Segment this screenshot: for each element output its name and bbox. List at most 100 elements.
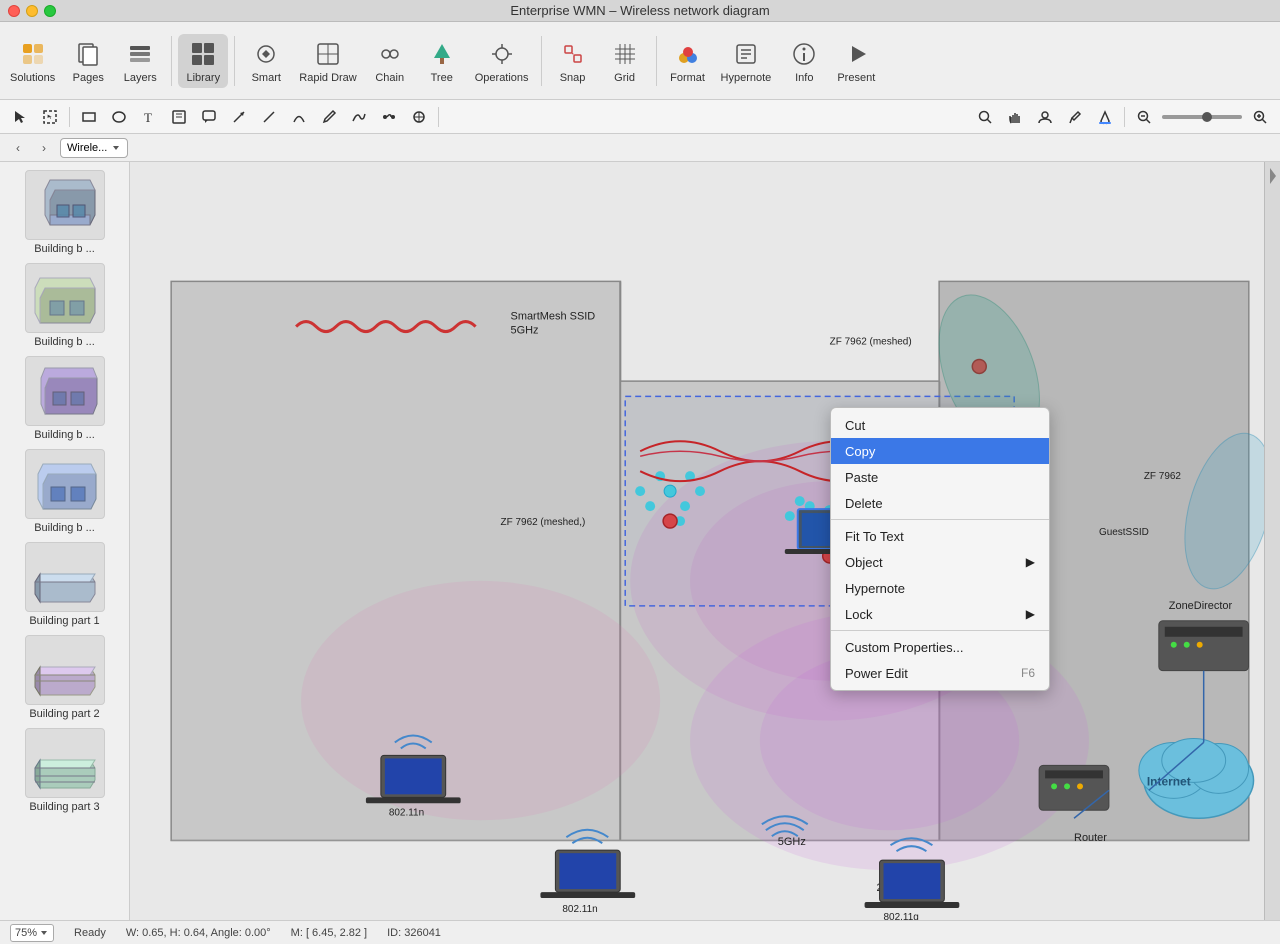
arrow-tool[interactable] bbox=[225, 103, 253, 131]
zoom-control[interactable]: 75% bbox=[10, 924, 54, 942]
scroll-indicator-right[interactable] bbox=[1264, 162, 1280, 920]
toolbar-solutions[interactable]: Solutions bbox=[4, 34, 61, 88]
pen-tool[interactable] bbox=[315, 103, 343, 131]
note-tool[interactable] bbox=[165, 103, 193, 131]
toolbar-present[interactable]: Present bbox=[831, 34, 881, 88]
svg-text:ZF 7962 (meshed,): ZF 7962 (meshed,) bbox=[501, 517, 586, 528]
ctx-sep-2 bbox=[831, 630, 1049, 631]
ctx-cut[interactable]: Cut bbox=[831, 412, 1049, 438]
main-area: Building b ... Building b ... bbox=[0, 162, 1280, 920]
chain-label: Chain bbox=[375, 72, 404, 84]
tb2-div-2 bbox=[438, 107, 439, 127]
layers-icon bbox=[124, 38, 156, 70]
ctx-power-edit[interactable]: Power Edit F6 bbox=[831, 660, 1049, 686]
fill-tool[interactable] bbox=[1091, 103, 1119, 131]
ready-status: Ready bbox=[74, 927, 106, 939]
ctx-delete-label: Delete bbox=[845, 496, 883, 511]
user-tool[interactable] bbox=[1031, 103, 1059, 131]
context-menu: Cut Copy Paste Delete Fit To Text Object… bbox=[830, 407, 1050, 691]
toolbar-operations[interactable]: Operations bbox=[469, 34, 535, 88]
chain-icon bbox=[374, 38, 406, 70]
rect-tool[interactable] bbox=[75, 103, 103, 131]
titlebar: Enterprise WMN – Wireless network diagra… bbox=[0, 0, 1280, 22]
rapid-draw-label: Rapid Draw bbox=[299, 72, 356, 84]
toolbar-chain[interactable]: Chain bbox=[365, 34, 415, 88]
toolbar-format[interactable]: Format bbox=[663, 34, 713, 88]
select-tool[interactable] bbox=[6, 103, 34, 131]
sidebar-item-1[interactable]: Building b ... bbox=[10, 263, 120, 348]
ctx-hypernote-label: Hypernote bbox=[845, 581, 905, 596]
toolbar-smart[interactable]: Smart bbox=[241, 34, 291, 88]
toolbar-grid[interactable]: Grid bbox=[600, 34, 650, 88]
tree-icon bbox=[426, 38, 458, 70]
shape-sidebar: Building b ... Building b ... bbox=[0, 162, 130, 920]
ctx-object-arrow: ▶ bbox=[1026, 555, 1035, 569]
sidebar-label-0: Building b ... bbox=[34, 243, 95, 255]
ctx-lock[interactable]: Lock ▶ bbox=[831, 601, 1049, 627]
page-selector[interactable]: Wirele... bbox=[60, 138, 128, 158]
toolbar-library[interactable]: Library bbox=[178, 34, 228, 88]
ctx-paste-label: Paste bbox=[845, 470, 878, 485]
ctx-fit-to-text[interactable]: Fit To Text bbox=[831, 523, 1049, 549]
hand-tool[interactable] bbox=[1001, 103, 1029, 131]
toolbar-hypernote[interactable]: Hypernote bbox=[715, 34, 778, 88]
ctx-cut-label: Cut bbox=[845, 418, 865, 433]
sidebar-item-5[interactable]: Building part 2 bbox=[10, 635, 120, 720]
zoom-slider[interactable] bbox=[1162, 115, 1242, 119]
line-tool[interactable] bbox=[255, 103, 283, 131]
fullscreen-button[interactable] bbox=[44, 5, 56, 17]
ctx-delete[interactable]: Delete bbox=[831, 490, 1049, 516]
toolbar-pages[interactable]: Pages bbox=[63, 34, 113, 88]
info-icon bbox=[788, 38, 820, 70]
zoom-out-btn[interactable] bbox=[1130, 103, 1158, 131]
tb2-div-3 bbox=[1124, 107, 1125, 127]
dimensions-status: W: 0.65, H: 0.64, Angle: 0.00° bbox=[126, 927, 271, 939]
sidebar-item-0[interactable]: Building b ... bbox=[10, 170, 120, 255]
connect-tool[interactable] bbox=[375, 103, 403, 131]
ctx-power-edit-shortcut: F6 bbox=[1021, 666, 1035, 680]
ctx-custom-props[interactable]: Custom Properties... bbox=[831, 634, 1049, 660]
sidebar-item-2[interactable]: Building b ... bbox=[10, 356, 120, 441]
sidebar-label-2: Building b ... bbox=[34, 429, 95, 441]
svg-text:5GHz: 5GHz bbox=[778, 836, 806, 848]
toolbar-divider-4 bbox=[656, 36, 657, 86]
svg-text:ZoneDirector: ZoneDirector bbox=[1169, 600, 1233, 612]
next-page-btn[interactable]: › bbox=[34, 138, 54, 158]
toolbar-divider-1 bbox=[171, 36, 172, 86]
sidebar-item-4[interactable]: Building part 1 bbox=[10, 542, 120, 627]
toolbar-layers[interactable]: Layers bbox=[115, 34, 165, 88]
page-nav-bar: ‹ › Wirele... bbox=[0, 134, 1280, 162]
toolbar-info[interactable]: Info bbox=[779, 34, 829, 88]
zoom-slider-thumb[interactable] bbox=[1202, 112, 1212, 122]
zoom-in-btn[interactable] bbox=[1246, 103, 1274, 131]
freehand-tool[interactable] bbox=[345, 103, 373, 131]
diagram-canvas[interactable]: SmartMesh SSID 5GHz ZF 7962 (meshed) ZF … bbox=[130, 162, 1280, 920]
sidebar-label-4: Building part 1 bbox=[29, 615, 99, 627]
sidebar-item-6[interactable]: Building part 3 bbox=[10, 728, 120, 813]
sidebar-thumb-5 bbox=[25, 635, 105, 705]
ctx-object[interactable]: Object ▶ bbox=[831, 549, 1049, 575]
eyedropper-tool[interactable] bbox=[1061, 103, 1089, 131]
operations-icon bbox=[486, 38, 518, 70]
oval-tool[interactable] bbox=[105, 103, 133, 131]
ctx-hypernote[interactable]: Hypernote bbox=[831, 575, 1049, 601]
close-button[interactable] bbox=[8, 5, 20, 17]
ctx-copy[interactable]: Copy bbox=[831, 438, 1049, 464]
select-all-tool[interactable] bbox=[36, 103, 64, 131]
shape-tool[interactable] bbox=[405, 103, 433, 131]
ctx-paste[interactable]: Paste bbox=[831, 464, 1049, 490]
sidebar-thumb-4 bbox=[25, 542, 105, 612]
minimize-button[interactable] bbox=[26, 5, 38, 17]
sidebar-item-3[interactable]: Building b ... bbox=[10, 449, 120, 534]
sidebar-label-5: Building part 2 bbox=[29, 708, 99, 720]
text-tool[interactable]: T bbox=[135, 103, 163, 131]
prev-page-btn[interactable]: ‹ bbox=[8, 138, 28, 158]
present-label: Present bbox=[837, 72, 875, 84]
toolbar-snap[interactable]: Snap bbox=[548, 34, 598, 88]
arc-tool[interactable] bbox=[285, 103, 313, 131]
toolbar-tree[interactable]: Tree bbox=[417, 34, 467, 88]
hypernote-icon bbox=[730, 38, 762, 70]
callout-tool[interactable] bbox=[195, 103, 223, 131]
toolbar-rapid-draw[interactable]: Rapid Draw bbox=[293, 34, 362, 88]
search-btn[interactable] bbox=[971, 103, 999, 131]
